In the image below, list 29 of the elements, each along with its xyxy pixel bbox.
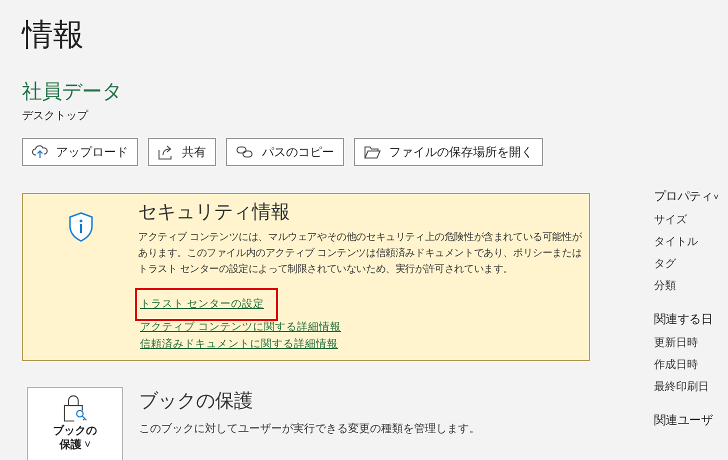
shield-info-icon xyxy=(68,212,94,242)
protect-title: ブックの保護 xyxy=(139,390,253,414)
protect-workbook-button[interactable]: ブックの 保護 ˅ xyxy=(27,387,123,460)
people-heading: 関連ユーザ xyxy=(654,412,713,429)
action-button[interactable]: アップロード xyxy=(22,138,138,166)
dates-heading: 関連する日 xyxy=(654,311,713,328)
property-label: タイトル xyxy=(654,235,698,250)
document-name: 社員データ xyxy=(22,80,122,104)
action-button[interactable]: パスのコピー xyxy=(226,138,344,166)
share-icon xyxy=(158,144,174,160)
protect-description: このブックに対してユーザーが実行できる変更の種類を管理します。 xyxy=(139,422,480,436)
security-description: アクティブ コンテンツには、マルウェアやその他のセキュリティ上の危険性が含まれている可能性があります。このファイル内のアクティブ コンテンツは信頼済みドキュメントであり、ポリシーまたはトラスト センターの設定によって制限されていないため、実行が許可されています。 xyxy=(138,230,583,277)
lock-key-icon xyxy=(62,394,88,422)
action-button[interactable]: 共有 xyxy=(148,138,216,166)
cloud-upload-icon xyxy=(32,145,48,159)
action-button[interactable]: ファイルの保存場所を開く xyxy=(354,138,543,166)
folder-icon xyxy=(364,146,381,158)
date-label: 最終印刷日 xyxy=(654,380,709,395)
page-title: 情報 xyxy=(22,16,84,54)
date-label: 更新日時 xyxy=(654,336,698,351)
document-location: デスクトップ xyxy=(22,108,88,123)
link-icon xyxy=(236,146,254,158)
date-label: 作成日時 xyxy=(654,358,698,373)
property-label: サイズ xyxy=(654,213,687,228)
info-link[interactable]: トラスト センターの設定 xyxy=(135,288,278,321)
property-label: タグ xyxy=(654,257,676,272)
security-title: セキュリティ情報 xyxy=(138,201,290,225)
properties-heading[interactable]: プロパティ˅ xyxy=(654,188,718,205)
property-label: 分類 xyxy=(654,279,676,294)
